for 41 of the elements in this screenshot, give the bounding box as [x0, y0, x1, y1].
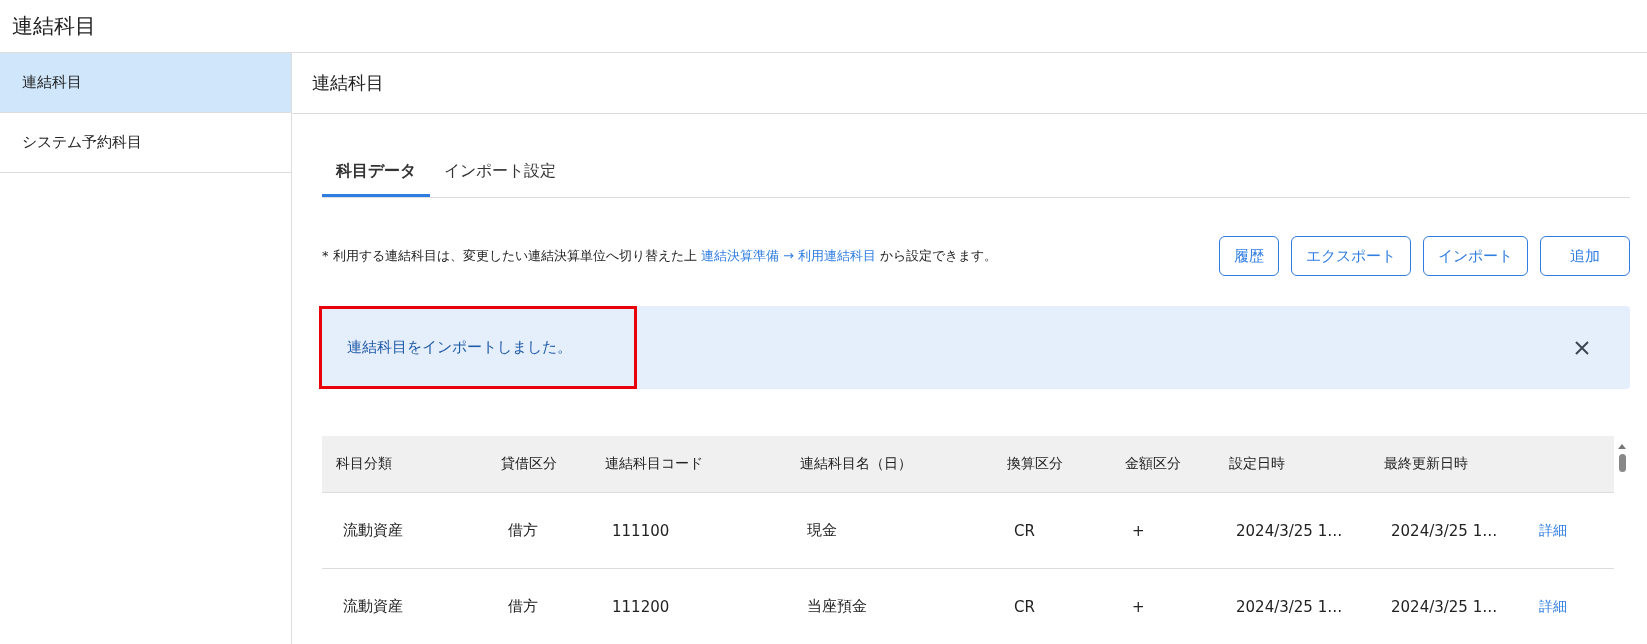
table-cell-text: 現金	[806, 521, 838, 540]
page-title: 連結科目	[312, 71, 384, 95]
column-header: 貸借区分	[501, 455, 558, 473]
tab[interactable]: インポート設定	[430, 151, 570, 197]
table-cell-text: +	[1131, 597, 1146, 616]
column-header: 金額区分	[1125, 455, 1182, 473]
action-button[interactable]: インポート	[1423, 236, 1528, 276]
table-cell-text: 2024/3/25 1…	[1235, 597, 1344, 616]
app-title: 連結科目	[12, 13, 96, 40]
detail-link[interactable]: 詳細	[1539, 521, 1614, 540]
table-cell-text: 2024/3/25 1…	[1390, 521, 1499, 540]
sidebar-item[interactable]: 連結科目	[0, 53, 291, 113]
table-cell-text: 2024/3/25 1…	[1235, 521, 1344, 540]
action-button[interactable]: エクスポート	[1291, 236, 1411, 276]
table-cell-text: 借方	[507, 597, 539, 616]
column-header: 連結科目名（日）	[800, 455, 913, 473]
tab[interactable]: 科目データ	[322, 151, 430, 197]
table-cell-text: CR	[1013, 597, 1036, 616]
column-header: 換算区分	[1007, 455, 1064, 473]
table-cell-text: +	[1131, 521, 1146, 540]
table-cell-text: 当座預金	[806, 597, 868, 616]
settings-link[interactable]: 連結決算準備 → 利用連結科目	[700, 248, 876, 263]
alert-message: 連結科目をインポートしました。	[347, 338, 572, 357]
scroll-thumb[interactable]	[1618, 454, 1626, 472]
column-header: 科目分類	[336, 455, 393, 473]
action-button[interactable]: 履歴	[1219, 236, 1279, 276]
close-icon	[1574, 339, 1590, 356]
table-cell-text: CR	[1013, 521, 1036, 540]
action-button[interactable]: 追加	[1540, 236, 1630, 276]
column-header: 連結科目コード	[605, 455, 704, 473]
detail-link[interactable]: 詳細	[1539, 597, 1614, 616]
table-cell-text: 111200	[611, 597, 671, 616]
table-cell-text: 2024/3/25 1…	[1390, 597, 1499, 616]
table-cell-text: 111100	[611, 521, 671, 540]
table-cell-text: 流動資産	[342, 521, 404, 540]
table-cell-text: 流動資産	[342, 597, 404, 616]
column-header: 設定日時	[1229, 455, 1286, 473]
table-cell-text: 借方	[507, 521, 539, 540]
scroll-up-icon	[1617, 442, 1627, 450]
hint-text: * 利用する連結科目は、変更したい連結決算単位へ切り替えた上 連結決算準備 → 利用連結科目 から設定できます。	[322, 247, 998, 265]
column-header: 最終更新日時	[1384, 455, 1469, 473]
